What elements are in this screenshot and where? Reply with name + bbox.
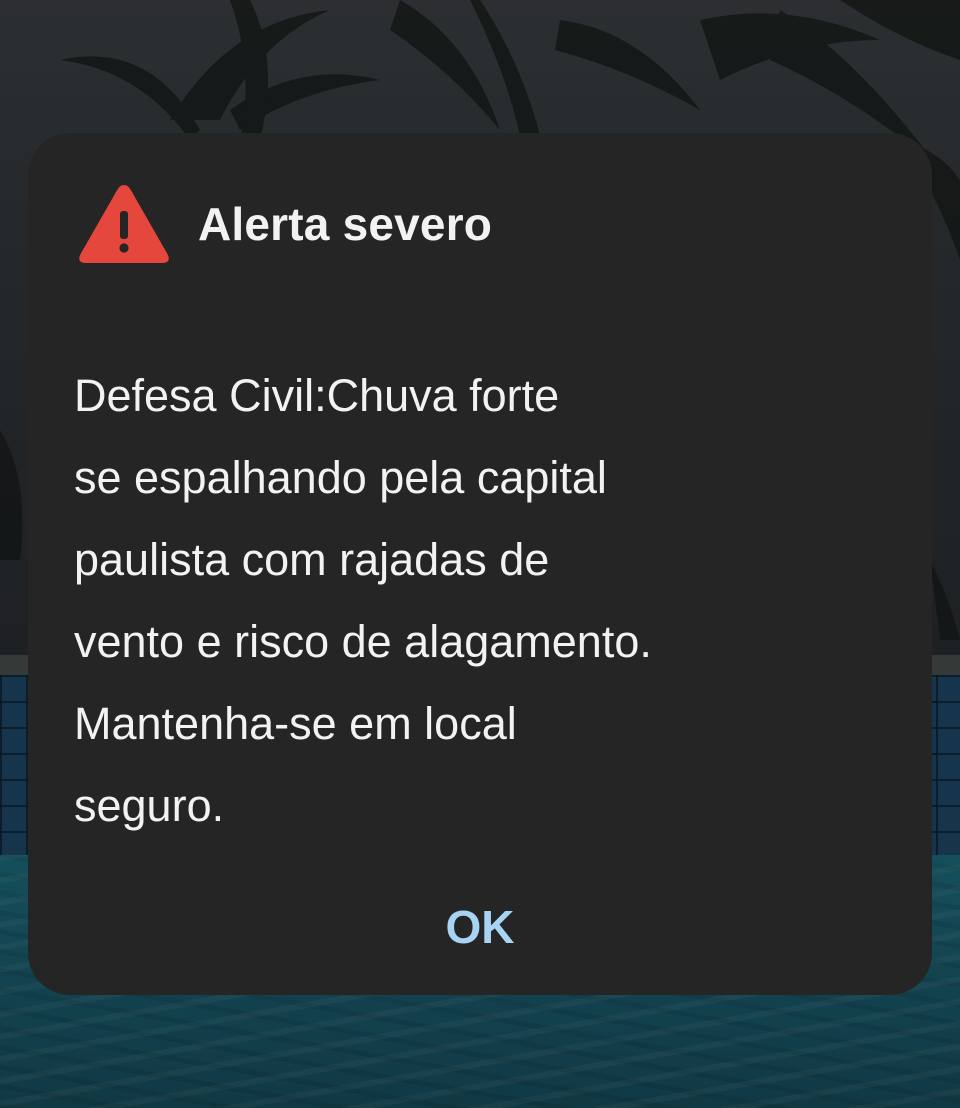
alert-message-line: Defesa Civil:Chuva forte xyxy=(74,370,560,421)
severe-alert-dialog: Alerta severo Defesa Civil:Chuva forte s… xyxy=(28,133,932,995)
alert-message: Defesa Civil:Chuva forte se espalhando p… xyxy=(74,355,894,847)
warning-triangle-icon xyxy=(79,185,169,263)
alert-message-line: seguro. xyxy=(74,780,225,831)
dialog-title: Alerta severo xyxy=(198,198,493,250)
alert-message-line: Mantenha-se em local xyxy=(74,698,517,749)
alert-message-line: paulista com rajadas de xyxy=(74,534,550,585)
alert-message-line: vento e risco de alagamento. xyxy=(74,616,652,667)
dialog-header: Alerta severo xyxy=(76,179,492,269)
ok-button[interactable]: OK xyxy=(408,881,552,973)
alert-message-line: se espalhando pela capital xyxy=(74,452,607,503)
